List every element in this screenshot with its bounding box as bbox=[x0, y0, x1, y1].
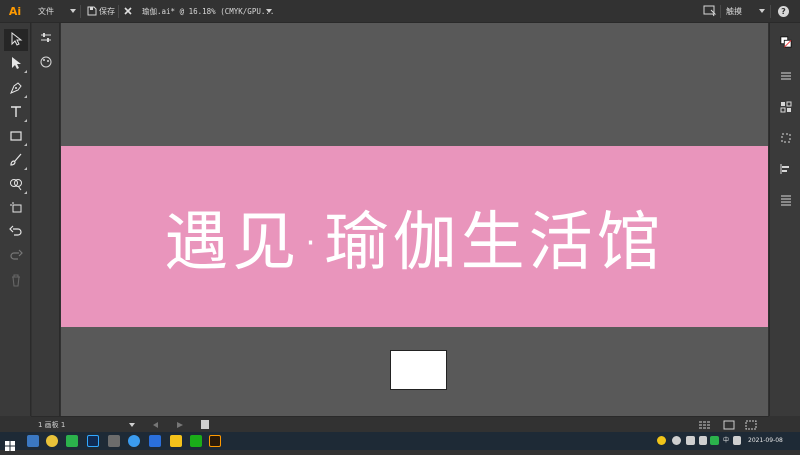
touch-workspace-icon[interactable] bbox=[703, 5, 717, 17]
fit-all-icon[interactable] bbox=[745, 420, 757, 430]
rectangle-tool[interactable] bbox=[4, 126, 28, 148]
paragraph-icon[interactable] bbox=[777, 191, 795, 209]
previous-artboard-icon[interactable] bbox=[153, 422, 159, 428]
photoshop-app-icon[interactable] bbox=[87, 435, 99, 447]
app-icon[interactable] bbox=[108, 435, 120, 447]
shape-builder-tool[interactable] bbox=[4, 174, 28, 196]
windows-taskbar: 中 2021-09-08 bbox=[0, 432, 800, 451]
redo-icon bbox=[9, 248, 23, 267]
chevron-down-icon[interactable] bbox=[266, 9, 272, 13]
menu-lines-icon[interactable] bbox=[777, 67, 795, 85]
app-logo: Ai bbox=[8, 5, 22, 18]
save-icon[interactable] bbox=[86, 5, 98, 17]
swatches-icon[interactable] bbox=[777, 98, 795, 116]
windows-start-icon[interactable] bbox=[5, 436, 15, 451]
chevron-down-icon[interactable] bbox=[129, 422, 135, 428]
file-explorer-icon[interactable] bbox=[170, 435, 182, 447]
save-button[interactable]: 保存 bbox=[99, 0, 115, 23]
undo-icon bbox=[9, 224, 23, 243]
grid-view-icon[interactable] bbox=[699, 420, 711, 430]
canvas-area[interactable]: 遇见·瑜伽生活馆 bbox=[61, 23, 768, 416]
wechat-app-icon[interactable] bbox=[66, 435, 78, 447]
transform-icon[interactable] bbox=[777, 129, 795, 147]
file-menu[interactable]: 文件 bbox=[38, 0, 54, 23]
expand-icon bbox=[24, 143, 27, 146]
wechat-tray-icon[interactable] bbox=[710, 436, 719, 445]
right-panel-dock bbox=[769, 23, 800, 416]
chevron-down-icon[interactable] bbox=[759, 9, 765, 13]
redo-button[interactable] bbox=[4, 246, 28, 268]
shape-builder-icon bbox=[9, 176, 23, 195]
app-icon[interactable] bbox=[190, 435, 202, 447]
workspace-switcher[interactable]: 触摸 bbox=[726, 0, 742, 23]
properties-icon[interactable] bbox=[39, 30, 53, 44]
chevron-down-icon[interactable] bbox=[70, 9, 76, 13]
chrome-app-icon[interactable] bbox=[46, 435, 58, 447]
pen-tool[interactable] bbox=[4, 78, 28, 100]
fit-artboard-icon[interactable] bbox=[723, 420, 735, 430]
artboard-icon bbox=[9, 200, 23, 219]
color-palette-icon[interactable] bbox=[39, 54, 53, 68]
artboard-navigator[interactable]: 1 画板 1 bbox=[38, 417, 65, 433]
expand-icon bbox=[24, 191, 27, 194]
align-icon[interactable] bbox=[777, 160, 795, 178]
selection-icon bbox=[9, 31, 23, 50]
close-icon[interactable] bbox=[123, 6, 133, 16]
illustrator-window: Ai 文件 保存 瑜伽.ai* @ 16.18% (CMYK/GPU... 触摸… bbox=[0, 0, 800, 451]
delete-icon bbox=[9, 272, 23, 291]
divider bbox=[118, 5, 119, 18]
rectangle-icon bbox=[9, 128, 23, 147]
delete-button[interactable] bbox=[4, 270, 28, 292]
app-icon[interactable] bbox=[149, 435, 161, 447]
type-tool[interactable] bbox=[4, 102, 28, 124]
expand-icon bbox=[24, 119, 27, 122]
expand-icon bbox=[24, 95, 27, 98]
artboard-banner[interactable]: 遇见·瑜伽生活馆 bbox=[61, 146, 768, 327]
direct-selection-tool[interactable] bbox=[4, 53, 28, 75]
artboard-tool[interactable] bbox=[4, 198, 28, 220]
illustrator-app-icon[interactable] bbox=[209, 435, 221, 447]
calculator-app-icon[interactable] bbox=[27, 435, 39, 447]
direct-selection-icon bbox=[9, 55, 23, 74]
taskbar-date[interactable]: 2021-09-08 bbox=[748, 432, 783, 450]
tools-panel bbox=[0, 23, 31, 416]
keyboard-icon[interactable] bbox=[733, 436, 741, 445]
paintbrush-tool[interactable] bbox=[4, 150, 28, 172]
next-artboard-icon[interactable] bbox=[177, 422, 183, 428]
banner-title: 遇见·瑜伽生活馆 bbox=[164, 205, 665, 280]
expand-icon bbox=[24, 70, 27, 73]
menu-bar: Ai 文件 保存 瑜伽.ai* @ 16.18% (CMYK/GPU... 触摸… bbox=[0, 0, 800, 23]
document-tab-title[interactable]: 瑜伽.ai* @ 16.18% (CMYK/GPU... bbox=[142, 0, 274, 23]
fill-stroke-icon[interactable] bbox=[777, 33, 795, 51]
panel-strip bbox=[32, 23, 60, 416]
help-button[interactable]: ? bbox=[778, 6, 789, 17]
expand-icon bbox=[24, 167, 27, 170]
status-bar: 1 画板 1 bbox=[31, 416, 769, 432]
artboard-list-icon[interactable] bbox=[201, 420, 209, 429]
divider bbox=[80, 5, 81, 18]
small-artboard[interactable] bbox=[390, 350, 447, 390]
undo-button[interactable] bbox=[4, 222, 28, 244]
paintbrush-icon bbox=[9, 152, 23, 171]
volume-icon[interactable] bbox=[699, 436, 707, 445]
selection-tool[interactable] bbox=[4, 29, 28, 51]
network-icon[interactable] bbox=[686, 436, 695, 445]
pen-icon bbox=[9, 80, 23, 99]
browser-app-icon[interactable] bbox=[128, 435, 140, 447]
divider bbox=[770, 5, 771, 18]
tray-icon[interactable] bbox=[657, 436, 666, 445]
ime-indicator[interactable]: 中 bbox=[723, 432, 729, 450]
divider bbox=[720, 5, 721, 18]
cloud-icon[interactable] bbox=[672, 436, 681, 445]
type-icon bbox=[9, 104, 23, 123]
